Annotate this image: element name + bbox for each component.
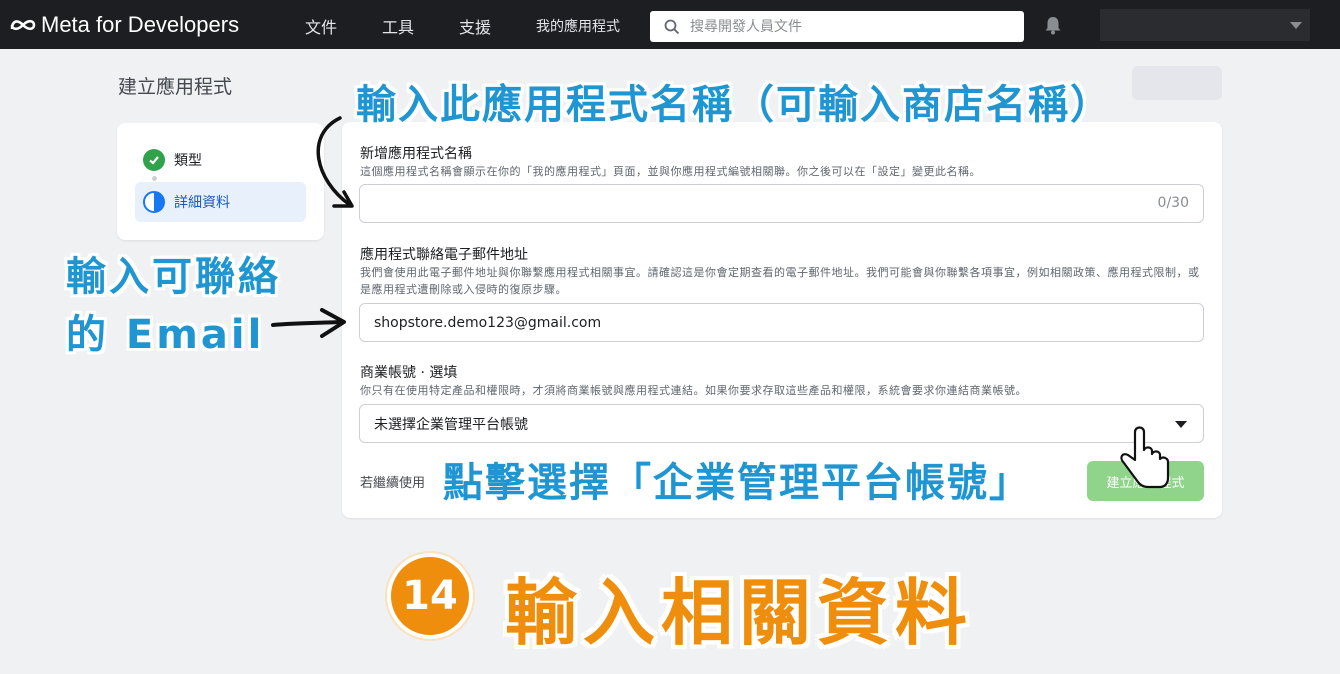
annotation-business: 點擊選擇「企業管理平台帳號」 — [443, 460, 1031, 506]
step-number-badge: 14 — [387, 553, 473, 639]
annotation-email-line2: 的 Email — [66, 312, 265, 358]
annotation-app-name: 輸入此應用程式名稱（可輸入商店名稱） — [356, 82, 1112, 128]
straight-arrow-icon — [271, 320, 344, 327]
annotation-email: 輸入可聯絡 的 Email — [66, 248, 281, 364]
step-title: 輸入相關資料 — [505, 571, 974, 655]
hand-pointer-icon — [1120, 426, 1170, 489]
annotation-email-line1: 輸入可聯絡 — [66, 254, 281, 300]
